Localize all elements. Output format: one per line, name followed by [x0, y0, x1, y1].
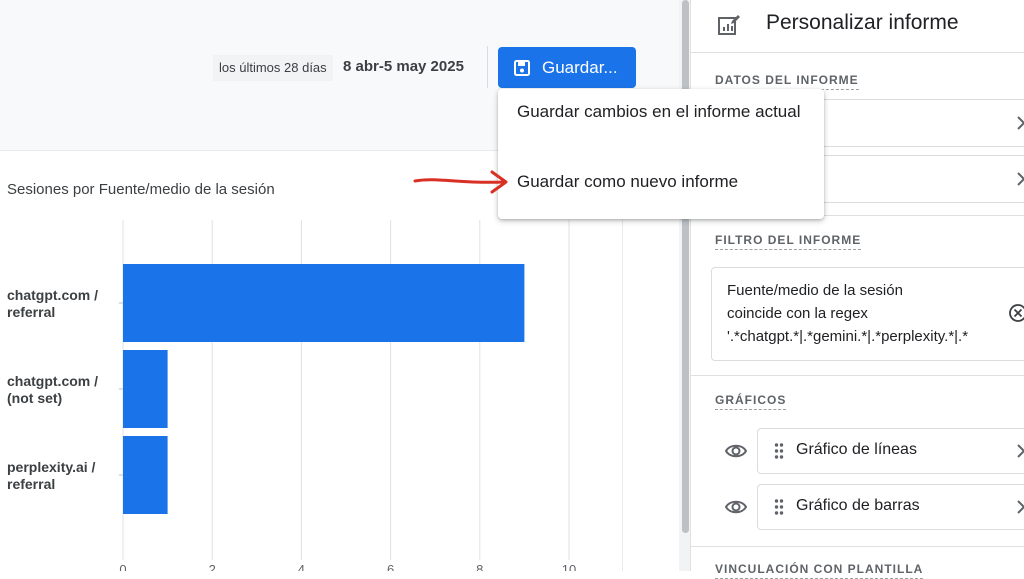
- scrollbar-thumb[interactable]: [682, 0, 689, 533]
- bar[interactable]: [123, 436, 168, 514]
- annotation-arrow: [413, 170, 508, 194]
- report-filter-box[interactable]: Fuente/medio de la sesión coincide con l…: [711, 267, 1024, 361]
- drag-handle-icon[interactable]: [774, 442, 784, 460]
- chart-item-lines[interactable]: Gráfico de líneas: [757, 428, 1024, 474]
- section-graficos-label: GRÁFICOS: [715, 393, 787, 410]
- panel-title: Personalizar informe: [766, 11, 959, 34]
- menu-item-save-as-new[interactable]: Guardar como nuevo informe: [517, 168, 807, 196]
- x-tick-label: 8: [476, 562, 483, 571]
- filter-text: Fuente/medio de la sesión coincide con l…: [727, 279, 968, 348]
- menu-item-save-changes[interactable]: Guardar cambios en el informe actual: [517, 98, 807, 126]
- chevron-right-icon: [1017, 444, 1024, 458]
- section-filtro-label: FILTRO DEL INFORME: [715, 233, 862, 250]
- chart-item-label: Gráfico de barras: [796, 497, 920, 514]
- bar[interactable]: [123, 264, 525, 342]
- filter-line: Fuente/medio de la sesión: [727, 282, 903, 299]
- category-label: perplexity.ai /: [7, 459, 96, 475]
- x-tick-label: 10: [562, 562, 576, 571]
- chevron-right-icon: [1017, 172, 1024, 186]
- clear-icon[interactable]: [1008, 303, 1024, 323]
- x-tick-label: 6: [387, 562, 394, 571]
- x-tick-label: 0: [119, 562, 126, 571]
- section-divider: [691, 375, 1024, 376]
- chevron-right-icon: [1017, 500, 1024, 514]
- chart-item-bars[interactable]: Gráfico de barras: [757, 484, 1024, 530]
- x-tick-label: 2: [209, 562, 216, 571]
- section-datos-label: DATOS DEL INFORME: [715, 73, 859, 90]
- eye-icon[interactable]: [724, 495, 748, 519]
- section-divider: [691, 546, 1024, 547]
- save-menu: Guardar cambios en el informe actual Gua…: [498, 89, 824, 219]
- eye-icon[interactable]: [724, 439, 748, 463]
- bar-chart: 0 2 4 6 8 10chatgpt.com /referralchatgpt.com …: [7, 220, 576, 571]
- chevron-right-icon: [1017, 116, 1024, 130]
- drag-handle-icon[interactable]: [774, 498, 784, 516]
- category-label: referral: [7, 476, 55, 492]
- category-label: referral: [7, 304, 55, 320]
- filter-line: '.*chatgpt.*|.*gemini.*|.*perplexity.*|.…: [727, 328, 969, 345]
- category-label: chatgpt.com /: [7, 373, 98, 389]
- category-label: (not set): [7, 390, 62, 406]
- filter-line: coincide con la regex: [727, 305, 868, 322]
- report-area: los últimos 28 días 8 abr-5 may 2025 Gua…: [0, 0, 690, 571]
- category-label: chatgpt.com /: [7, 287, 98, 303]
- customize-report-panel: Personalizar informe DATOS DEL INFORME s…: [690, 0, 1024, 579]
- chart-item-label: Gráfico de líneas: [796, 441, 917, 458]
- edit-report-icon: [718, 15, 740, 35]
- bar[interactable]: [123, 350, 168, 428]
- panel-header: Personalizar informe: [691, 0, 1024, 53]
- x-tick-label: 4: [298, 562, 305, 571]
